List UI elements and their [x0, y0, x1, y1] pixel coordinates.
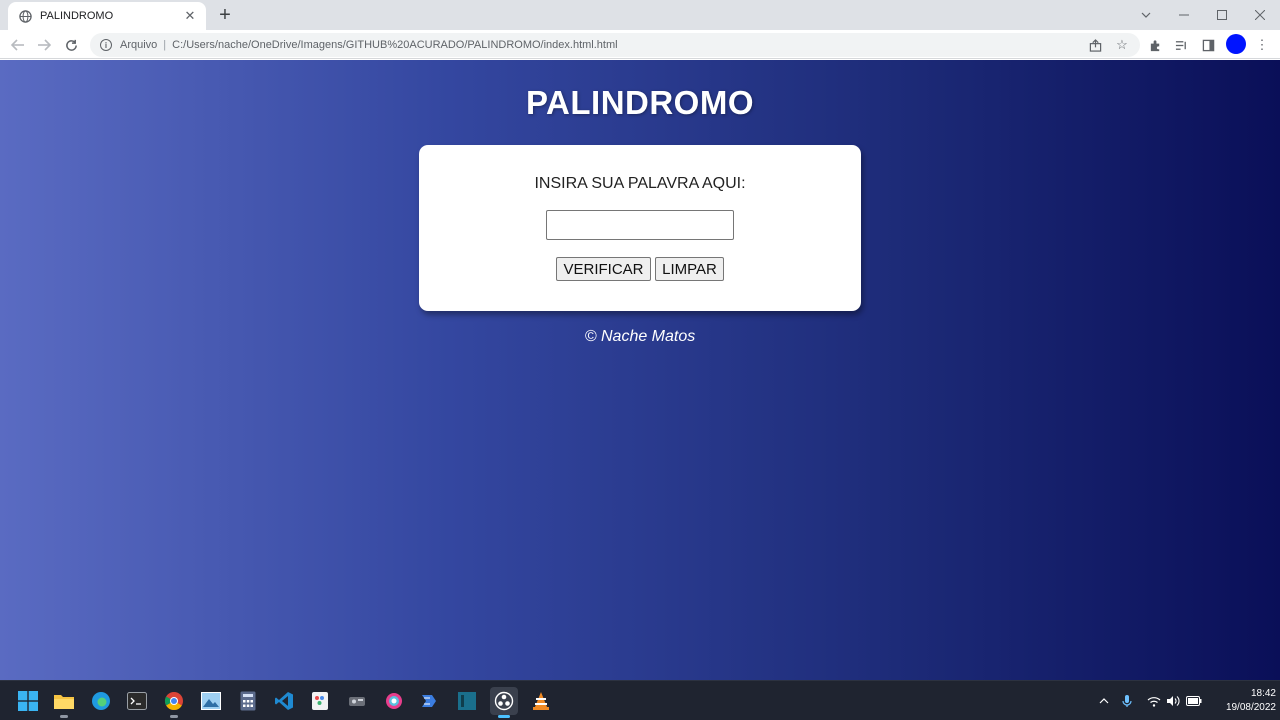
minimize-button[interactable]	[1164, 0, 1204, 30]
taskbar: 18:42 19/08/2022	[0, 680, 1280, 720]
color-picker-icon[interactable]	[380, 687, 408, 715]
footer-credit: © Nache Matos	[584, 328, 696, 345]
address-bar[interactable]: i Arquivo | C:/Users/nache/OneDrive/Imag…	[90, 33, 1140, 57]
page-title: PALINDROMO	[525, 84, 755, 121]
close-window-button[interactable]	[1240, 0, 1280, 30]
globe-icon	[18, 9, 32, 23]
start-menu-icon[interactable]	[14, 687, 42, 715]
share-icon[interactable]	[1085, 35, 1105, 55]
vlc-player-icon[interactable]	[527, 687, 555, 715]
intellij-icon[interactable]	[453, 687, 481, 715]
back-button[interactable]	[6, 33, 30, 57]
photos-app-icon[interactable]	[197, 687, 225, 715]
tab-title: PALINDROMO	[40, 10, 114, 22]
clock-date: 19/08/2022	[1225, 702, 1276, 713]
reload-button[interactable]	[59, 33, 83, 57]
clock-time: 18:42	[1250, 688, 1276, 699]
bookmark-star-icon[interactable]: ☆	[1112, 35, 1132, 55]
file-explorer-icon[interactable]	[50, 687, 78, 718]
profile-avatar[interactable]	[1226, 34, 1246, 54]
extensions-icon[interactable]	[1145, 35, 1165, 55]
omnibox-url: C:/Users/nache/OneDrive/Imagens/GITHUB%2…	[172, 39, 618, 51]
browser-tab-bar: PALINDROMO ✕ +	[0, 0, 1280, 30]
tab-search-icon[interactable]	[1126, 0, 1166, 30]
terminal-icon[interactable]	[123, 687, 151, 715]
maximize-button[interactable]	[1202, 0, 1242, 30]
clear-button[interactable]: LIMPAR	[655, 257, 724, 281]
chrome-browser-icon[interactable]	[160, 687, 188, 718]
browser-tab[interactable]: PALINDROMO ✕	[8, 2, 206, 30]
volume-icon[interactable]	[1163, 681, 1183, 720]
menu-dots-icon[interactable]: ⋮	[1252, 35, 1272, 55]
close-tab-icon[interactable]: ✕	[182, 8, 198, 24]
snipping-tool-icon[interactable]	[343, 687, 371, 715]
system-clock[interactable]: 18:42 19/08/2022	[1200, 687, 1276, 715]
omnibox-separator: |	[163, 39, 167, 51]
calculator-icon[interactable]	[234, 687, 262, 715]
obs-studio-icon[interactable]	[490, 687, 518, 718]
word-prompt: INSIRA SUA PALAVRA AQUI:	[534, 175, 746, 192]
paint-app-icon[interactable]	[306, 687, 334, 715]
verify-button[interactable]: VERIFICAR	[556, 257, 651, 281]
media-controls-icon[interactable]	[1171, 35, 1191, 55]
side-panel-icon[interactable]	[1198, 35, 1218, 55]
wifi-icon[interactable]	[1144, 681, 1164, 720]
palindrome-card: INSIRA SUA PALAVRA AQUI: VERIFICAR LIMPA…	[419, 145, 861, 311]
edge-browser-icon[interactable]	[87, 687, 115, 715]
omnibox-scheme-label: Arquivo	[120, 39, 158, 51]
info-icon[interactable]: i	[100, 39, 112, 51]
microphone-icon[interactable]	[1117, 681, 1137, 720]
chevron-up-icon[interactable]	[1094, 681, 1114, 720]
word-input[interactable]	[546, 210, 734, 240]
new-tab-button[interactable]: +	[214, 4, 236, 26]
power-automate-icon[interactable]	[416, 687, 444, 715]
browser-toolbar: i Arquivo | C:/Users/nache/OneDrive/Imag…	[0, 30, 1280, 59]
page-background: PALINDROMO INSIRA SUA PALAVRA AQUI: VERI…	[0, 60, 1280, 680]
forward-button[interactable]	[32, 33, 56, 57]
vscode-icon[interactable]	[270, 687, 298, 715]
